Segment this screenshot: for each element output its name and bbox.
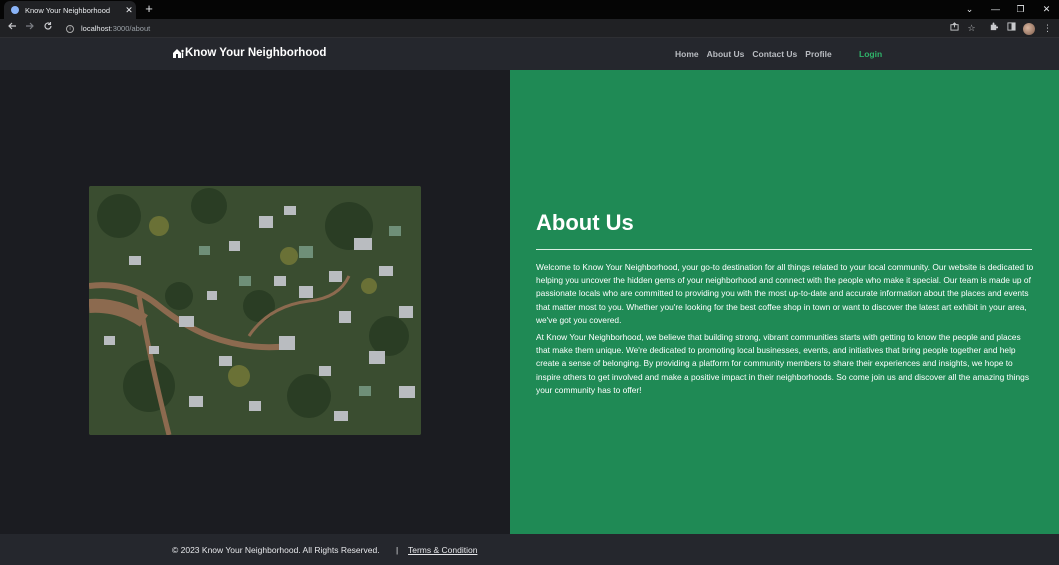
about-body: Welcome to Know Your Neighborhood, your … — [536, 261, 1034, 401]
bookmark-star-icon[interactable]: ☆ — [964, 21, 979, 36]
site-navbar: Know Your Neighborhood Home About Us Con… — [0, 38, 1059, 70]
close-window-button[interactable]: ✕ — [1034, 0, 1059, 19]
nav-home[interactable]: Home — [675, 49, 699, 59]
site-footer: © 2023 Know Your Neighborhood. All Right… — [0, 534, 1059, 565]
copyright-text: © 2023 Know Your Neighborhood. All Right… — [172, 545, 380, 555]
tab-close-icon[interactable]: ✕ — [122, 5, 136, 16]
neighborhood-aerial-photo — [89, 186, 421, 435]
extensions-icon[interactable] — [986, 21, 1001, 36]
side-panel-icon[interactable] — [1004, 21, 1019, 36]
page: Know Your Neighborhood Home About Us Con… — [0, 38, 1059, 565]
address-bar[interactable]: i localhost:3000/about — [59, 21, 964, 36]
react-favicon-icon — [11, 6, 19, 14]
minimize-button[interactable]: — — [983, 0, 1008, 19]
about-paragraph: Welcome to Know Your Neighborhood, your … — [536, 262, 1034, 325]
share-icon[interactable] — [947, 21, 962, 36]
about-title: About Us — [536, 210, 634, 235]
title-divider — [536, 249, 1032, 250]
neighborhood-house-icon — [173, 49, 184, 58]
url-host: localhost — [81, 24, 111, 33]
image-panel — [0, 70, 510, 534]
back-icon[interactable] — [4, 21, 19, 36]
brand-link[interactable]: Know Your Neighborhood — [172, 47, 326, 59]
url-path: :3000/about — [110, 24, 151, 33]
restore-button[interactable]: ❐ — [1008, 0, 1033, 19]
browser-toolbar: i localhost:3000/about ☆ ⋮ — [0, 19, 1059, 38]
reload-icon[interactable] — [40, 21, 55, 36]
more-menu-icon[interactable]: ⋮ — [1040, 21, 1055, 36]
terms-link[interactable]: Terms & Condition — [408, 545, 477, 555]
brand-name: Know Your Neighborhood — [185, 47, 327, 59]
tab-title: Know Your Neighborhood — [25, 5, 111, 15]
site-info-icon[interactable]: i — [66, 24, 74, 33]
profile-avatar[interactable] — [1023, 23, 1035, 35]
browser-tabstrip: Know Your Neighborhood ✕ + ⌄ — ❐ ✕ — [0, 0, 1059, 19]
nav-profile[interactable]: Profile — [805, 49, 831, 59]
nav-contact-us[interactable]: Contact Us — [752, 49, 797, 59]
nav-about-us[interactable]: About Us — [707, 49, 745, 59]
footer-separator: | — [396, 545, 399, 555]
browser-tab[interactable]: Know Your Neighborhood ✕ — [4, 1, 136, 19]
about-panel: About Us Welcome to Know Your Neighborho… — [510, 70, 1059, 534]
nav-links: Home About Us Contact Us Profile — [675, 49, 840, 59]
forward-icon[interactable] — [22, 21, 37, 36]
about-paragraph: At Know Your Neighborhood, we believe th… — [536, 332, 1030, 395]
new-tab-button[interactable]: + — [142, 1, 156, 17]
tab-search-icon[interactable]: ⌄ — [957, 0, 982, 19]
nav-login[interactable]: Login — [859, 49, 882, 59]
